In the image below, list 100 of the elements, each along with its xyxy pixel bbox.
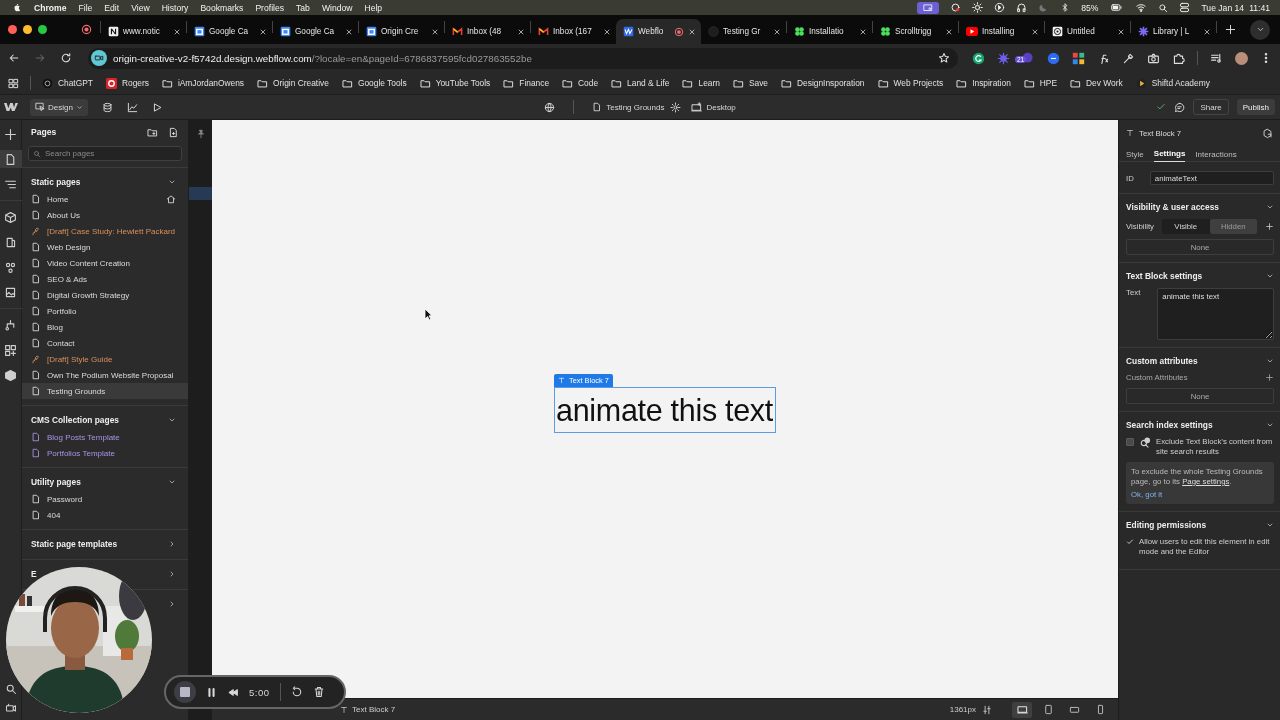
close-icon[interactable] — [603, 27, 611, 36]
publish-button[interactable]: Publish — [1236, 99, 1275, 115]
page-item[interactable]: SEO & Ads — [22, 271, 188, 287]
browser-tab[interactable]: Inbox (48 — [445, 19, 530, 44]
menu-bar-date[interactable]: Tue Jan 14 — [1201, 2, 1245, 13]
close-icon[interactable] — [1031, 27, 1039, 36]
new-page-icon[interactable] — [168, 126, 179, 138]
play-circle-icon[interactable] — [994, 2, 1006, 13]
browser-tab[interactable]: Testing Gr — [701, 19, 786, 44]
close-icon[interactable] — [517, 27, 525, 36]
page-item[interactable]: Video Content Creation — [22, 255, 188, 271]
add-icon[interactable] — [1265, 373, 1274, 382]
record-icon[interactable] — [81, 24, 92, 35]
menu-item[interactable]: Tab — [296, 2, 310, 13]
minimize-window-button[interactable] — [23, 25, 32, 34]
bookmark[interactable]: Google Tools — [341, 77, 407, 89]
bookmark[interactable]: Origin Creative — [257, 77, 329, 89]
chevron-icon[interactable] — [168, 600, 176, 608]
page-item[interactable]: Home — [22, 191, 188, 207]
page-item[interactable]: Digital Growth Strategy — [22, 287, 188, 303]
page-item[interactable]: Portfolios Template — [22, 445, 188, 461]
breadcrumb-item[interactable]: Text Block 7 — [340, 705, 396, 714]
browser-tab[interactable]: Google Ca — [187, 19, 272, 44]
chevron-icon[interactable] — [168, 478, 176, 486]
wifi-icon[interactable] — [1135, 2, 1148, 13]
section-title[interactable]: CMS Collection pages — [31, 415, 168, 425]
close-icon[interactable] — [431, 27, 439, 36]
apps-grid-icon[interactable] — [8, 77, 19, 89]
breakpoint-button[interactable] — [1012, 701, 1032, 718]
grammar-extension-icon[interactable] — [972, 51, 985, 65]
browser-tab[interactable]: Untitled — [1045, 19, 1130, 44]
section-title[interactable]: Editing permissions — [1126, 519, 1266, 530]
page-item[interactable]: Password — [22, 491, 188, 507]
browser-tab[interactable]: Installing — [959, 19, 1044, 44]
close-icon[interactable] — [859, 27, 867, 36]
browser-tab[interactable]: Installatio — [787, 19, 872, 44]
close-icon[interactable] — [945, 27, 953, 36]
eyedropper-icon[interactable] — [1122, 51, 1135, 65]
browser-tab[interactable]: Google Ca — [273, 19, 358, 44]
profile-avatar[interactable] — [1235, 51, 1248, 65]
page-item[interactable]: Portfolio — [22, 303, 188, 319]
new-tab-icon[interactable] — [1225, 24, 1236, 35]
bookmark-star-icon[interactable] — [938, 52, 950, 64]
panel-tab[interactable]: Style — [1126, 146, 1144, 162]
page-item[interactable]: 404 — [22, 507, 188, 523]
checkbox[interactable] — [1126, 438, 1134, 446]
headphones-icon[interactable] — [1016, 2, 1028, 13]
globe-icon[interactable] — [544, 101, 556, 113]
search-icon[interactable] — [4, 683, 17, 695]
page-item[interactable]: Blog — [22, 319, 188, 335]
chevron-icon[interactable] — [168, 540, 176, 548]
puzzle-icon[interactable] — [1172, 51, 1185, 65]
page-item[interactable]: [Draft] Style Guide — [22, 351, 188, 367]
screen-share-icon[interactable] — [917, 1, 940, 14]
new-folder-icon[interactable] — [147, 126, 158, 138]
trash-icon[interactable] — [312, 686, 325, 698]
page-item[interactable]: Web Design — [22, 239, 188, 255]
section-title[interactable]: Utility pages — [31, 477, 168, 487]
panel-tab[interactable]: Settings — [1153, 146, 1186, 162]
bookmark[interactable]: ChatGPT — [42, 77, 93, 89]
share-button[interactable]: Share — [1193, 99, 1229, 115]
battery-icon[interactable] — [1109, 2, 1125, 13]
site-info-icon[interactable] — [91, 50, 107, 66]
menu-item[interactable]: History — [161, 2, 189, 13]
browser-tab[interactable]: Webflo — [616, 19, 701, 44]
search-icon[interactable] — [1158, 2, 1169, 13]
play-icon[interactable] — [151, 101, 163, 113]
chevron-icon[interactable] — [168, 416, 176, 424]
menu-item[interactable]: View — [131, 2, 150, 13]
video-icon[interactable] — [4, 702, 17, 714]
app-menu[interactable]: Chrome — [34, 2, 67, 13]
close-icon[interactable] — [173, 27, 181, 36]
page-item[interactable]: [Draft] Case Study: Hewlett Packard — [22, 223, 188, 239]
close-icon[interactable] — [259, 27, 267, 36]
chevron-icon[interactable] — [168, 570, 176, 578]
menu-item[interactable]: Window — [321, 2, 353, 13]
bookmark[interactable]: Shiftd Academy — [1135, 77, 1210, 89]
browser-tab[interactable]: Library | L — [1131, 19, 1216, 44]
menu-bar-time[interactable]: 11:41 — [1249, 2, 1270, 13]
restart-icon[interactable] — [290, 686, 303, 698]
bookmark[interactable]: DesignInsporation — [781, 77, 865, 89]
close-window-button[interactable] — [8, 25, 17, 34]
bookmark[interactable]: Land & Life — [611, 77, 670, 89]
close-icon[interactable] — [773, 27, 781, 36]
component-icon[interactable] — [1262, 127, 1273, 139]
bookmark[interactable]: Learn — [682, 77, 720, 89]
pin-icon[interactable] — [195, 129, 206, 139]
settings-icon[interactable] — [670, 101, 682, 113]
add-icon[interactable] — [1265, 222, 1274, 231]
brightness-icon[interactable] — [972, 2, 984, 13]
bookmark[interactable]: Dev Work — [1070, 77, 1123, 89]
tool-rail-button[interactable] — [0, 150, 22, 168]
reload-icon[interactable] — [60, 52, 72, 64]
page-item[interactable]: Testing Grounds — [22, 383, 188, 399]
section-title[interactable]: Static pages — [31, 177, 168, 187]
close-icon[interactable] — [345, 27, 353, 36]
search-field[interactable]: Search pages — [28, 146, 182, 161]
bookmark[interactable]: HPE — [1023, 77, 1058, 89]
back-icon[interactable] — [8, 52, 20, 64]
bookmark[interactable]: Save — [732, 77, 768, 89]
